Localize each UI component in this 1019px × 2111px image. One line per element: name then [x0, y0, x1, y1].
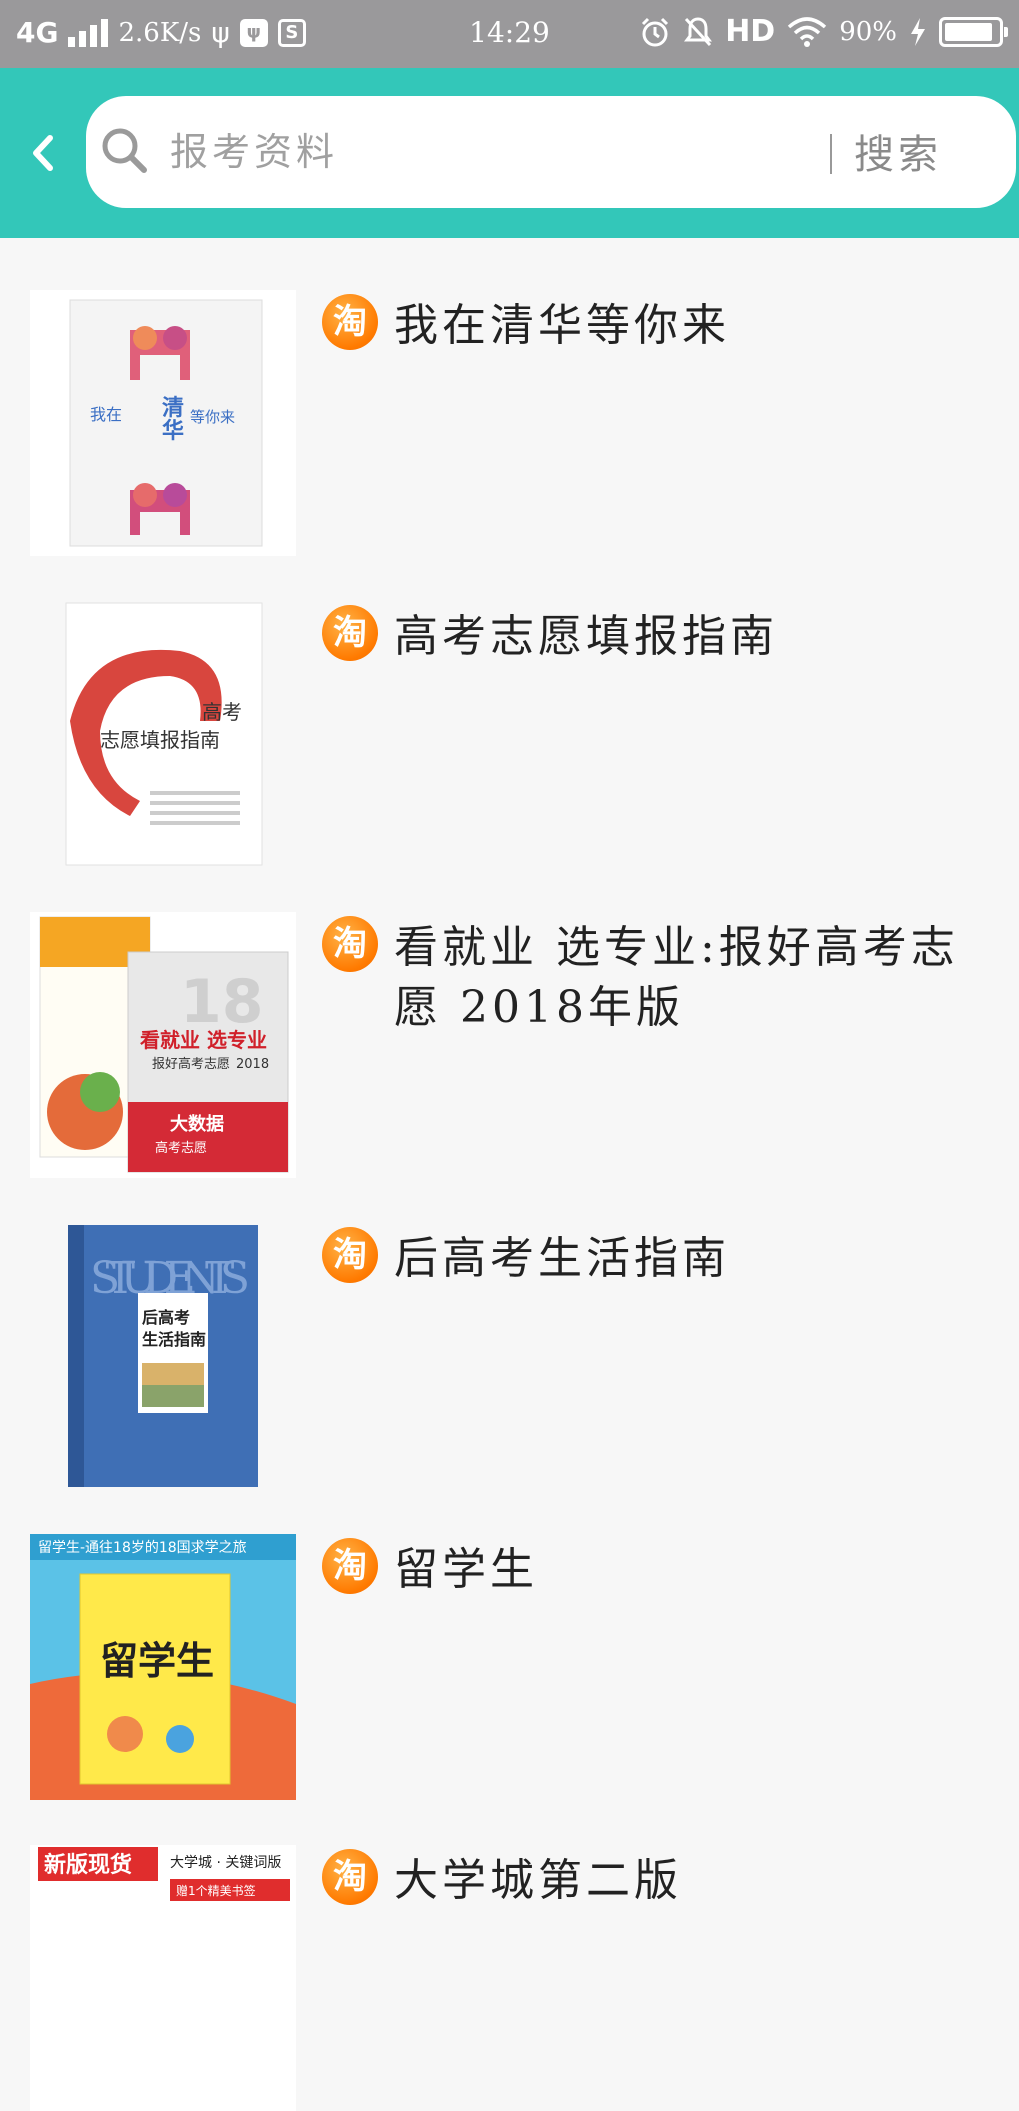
- svg-text:18: 18: [180, 967, 264, 1037]
- svg-text:看就业 选专业: 看就业 选专业: [140, 1028, 267, 1052]
- item-title: 留学生: [394, 1544, 538, 1595]
- search-header: 搜索: [0, 68, 1019, 238]
- taobao-icon: 淘: [322, 605, 378, 661]
- svg-text:留学生: 留学生: [100, 1639, 214, 1683]
- book-cover-image: 我在 清 华 等你来: [30, 290, 296, 556]
- svg-text:后高考: 后高考: [142, 1308, 190, 1327]
- taobao-icon: 淘: [322, 1849, 378, 1905]
- svg-text:2018: 2018: [236, 1057, 269, 1072]
- item-title: 大学城第二版: [394, 1855, 682, 1906]
- item-title: 我在清华等你来: [394, 300, 730, 351]
- svg-text:生活指南: 生活指南: [142, 1330, 206, 1349]
- book-cover-image: 高考 志愿填报指南: [30, 601, 296, 867]
- wifi-icon: [788, 16, 827, 47]
- search-button[interactable]: 搜索: [854, 122, 942, 180]
- book-cover-image: 18 看就业 选专业 报好高考志愿 2018 大数据 高考志愿: [30, 912, 296, 1178]
- charging-icon: [911, 17, 925, 46]
- svg-text:大学城 · 关键词版: 大学城 · 关键词版: [170, 1855, 281, 1871]
- svg-text:赠1个精美书签: 赠1个精美书签: [176, 1883, 256, 1898]
- svg-text:报好高考志愿: 报好高考志愿: [152, 1056, 230, 1072]
- svg-text:高考: 高考: [202, 700, 242, 724]
- svg-text:等你来: 等你来: [190, 408, 235, 426]
- item-title: 高考志愿填报指南: [394, 611, 778, 662]
- svg-text:留学生-通往18岁的18国求学之旅: 留学生-通往18岁的18国求学之旅: [38, 1540, 247, 1556]
- taobao-icon: 淘: [322, 1538, 378, 1594]
- list-item[interactable]: 留学生-通往18岁的18国求学之旅 留学生 淘 留学生: [0, 1482, 1019, 1800]
- mute-bell-icon: [684, 16, 713, 46]
- svg-text:华: 华: [162, 418, 184, 444]
- taobao-icon: 淘: [322, 1227, 378, 1283]
- battery-icon: [939, 16, 1008, 47]
- back-icon[interactable]: [24, 128, 64, 178]
- battery-fill: [945, 22, 992, 41]
- battery-percent: 90%: [839, 16, 897, 47]
- taobao-icon: 淘: [322, 294, 378, 350]
- list-item[interactable]: 新版现货 大学城 · 关键词版 赠1个精美书签 淘 大学城第二版: [0, 1793, 1019, 2111]
- search-box[interactable]: 搜索: [86, 96, 1016, 208]
- book-cover-image: 留学生-通往18岁的18国求学之旅 留学生: [30, 1534, 296, 1800]
- svg-text:我在: 我在: [90, 405, 122, 424]
- svg-text:高考志愿: 高考志愿: [155, 1140, 207, 1156]
- book-cover-image: STUDENTS 后高考 生活指南: [30, 1223, 296, 1489]
- item-title: 后高考生活指南: [394, 1233, 730, 1284]
- search-icon: [102, 128, 147, 173]
- list-item[interactable]: 高考 志愿填报指南 淘 高考志愿填报指南: [0, 549, 1019, 867]
- search-input[interactable]: [170, 126, 790, 178]
- item-title: 看就业 选专业:报好高考志愿 2018年版: [394, 922, 959, 1033]
- list-item[interactable]: 18 看就业 选专业 报好高考志愿 2018 大数据 高考志愿 淘 看就业 选专…: [0, 860, 1019, 1178]
- svg-text:新版现货: 新版现货: [44, 1852, 132, 1878]
- hd-indicator: HD: [725, 14, 776, 49]
- status-bar: 4G 2.6K/s ψ ψ S 14:29 HD 90%: [0, 0, 1019, 68]
- taobao-icon: 淘: [322, 916, 378, 972]
- list-item[interactable]: 我在 清 华 等你来 淘 我在清华等你来: [0, 238, 1019, 556]
- status-right: HD 90%: [639, 14, 1008, 49]
- svg-text:志愿填报指南: 志愿填报指南: [100, 728, 220, 752]
- svg-text:清: 清: [162, 395, 184, 421]
- search-divider: [830, 134, 832, 174]
- list-item[interactable]: STUDENTS 后高考 生活指南 淘 后高考生活指南: [0, 1171, 1019, 1489]
- alarm-icon: [642, 17, 669, 46]
- svg-text:大数据: 大数据: [170, 1113, 224, 1135]
- book-cover-image: 新版现货 大学城 · 关键词版 赠1个精美书签: [30, 1845, 296, 2111]
